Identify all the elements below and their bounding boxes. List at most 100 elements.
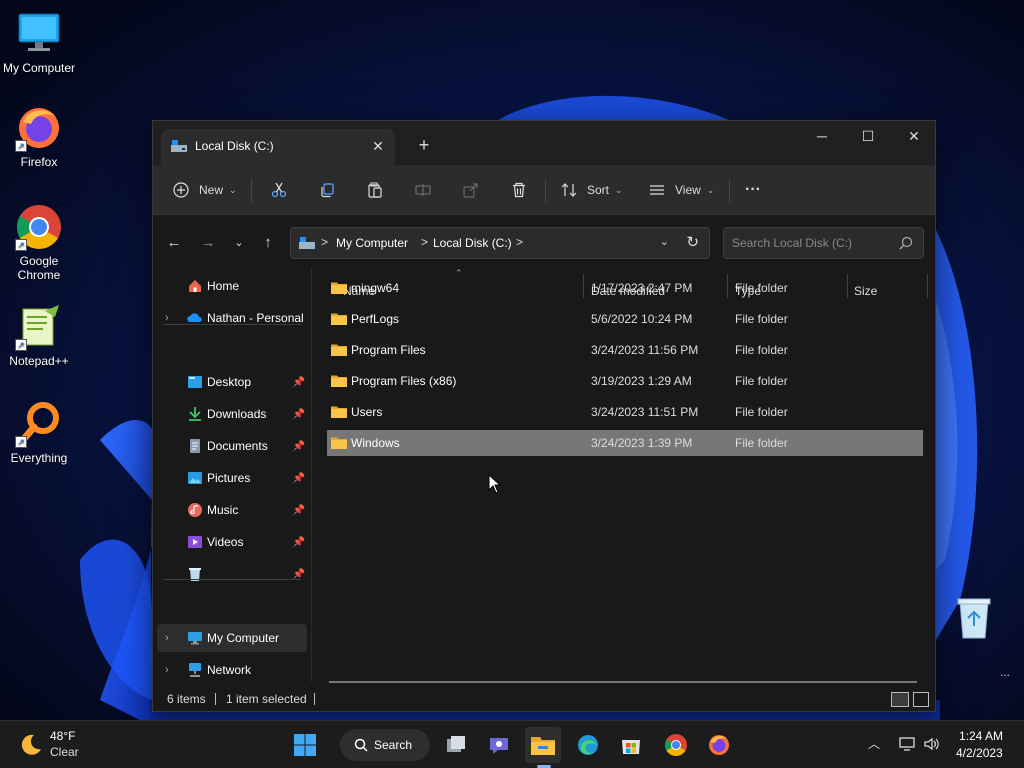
desktop-icon-my-computer[interactable]: My Computer (0, 10, 78, 75)
network-tray-icon[interactable] (898, 735, 916, 753)
recent-locations-button[interactable]: ⌄ (226, 230, 252, 256)
breadcrumb-my-computer[interactable]: My Computer (336, 236, 408, 250)
cut-button[interactable] (271, 175, 287, 205)
sidebar-item-pictures[interactable]: Pictures 📌 (157, 464, 307, 492)
breadcrumb-separator[interactable]: > (516, 235, 523, 249)
tab-local-disk[interactable]: Local Disk (C:) ✕ (161, 129, 395, 165)
horizontal-scrollbar[interactable] (329, 681, 917, 683)
weather-condition[interactable]: Clear (50, 745, 79, 759)
copy-button[interactable] (319, 175, 335, 205)
sidebar-item-desktop[interactable]: Desktop 📌 (157, 368, 307, 396)
maximize-button[interactable]: ☐ (845, 121, 891, 153)
chevron-right-icon[interactable]: › (165, 632, 169, 644)
up-button[interactable]: ↑ (255, 230, 281, 256)
breadcrumb-local-disk[interactable]: Local Disk (C:) (433, 236, 512, 250)
search-box[interactable] (723, 227, 924, 259)
large-icons-view-icon[interactable] (913, 692, 929, 707)
search-input[interactable] (724, 228, 894, 258)
desktop-icon-firefox[interactable]: ↗ Firefox (0, 104, 78, 169)
delete-button[interactable] (511, 175, 527, 205)
sidebar-item-videos[interactable]: Videos 📌 (157, 528, 307, 556)
rename-button[interactable] (415, 175, 431, 205)
table-row[interactable]: Users 3/24/2023 11:51 PM File folder (327, 399, 923, 425)
volume-icon[interactable] (923, 735, 941, 753)
pin-icon[interactable]: 📌 (293, 377, 305, 388)
clock-date[interactable]: 4/2/2023 (956, 746, 1003, 760)
forward-button[interactable]: → (195, 230, 221, 256)
pin-icon[interactable]: 📌 (293, 409, 305, 420)
moon-weather-icon[interactable] (18, 732, 44, 758)
file-type: File folder (735, 312, 788, 326)
details-view-icon[interactable] (891, 692, 909, 707)
firefox-taskbar-button[interactable] (701, 727, 737, 763)
sidebar-item-label: Nathan - Personal (207, 311, 304, 325)
pin-icon[interactable]: 📌 (293, 569, 305, 580)
new-button[interactable]: New ⌄ (173, 175, 237, 205)
divider (251, 179, 252, 203)
store-button[interactable] (613, 727, 649, 763)
pane-splitter[interactable] (311, 268, 312, 682)
task-view-button[interactable] (438, 727, 474, 763)
file-date: 3/24/2023 1:39 PM (591, 436, 693, 450)
chrome-taskbar-button[interactable] (658, 727, 694, 763)
sidebar-item-label: Videos (207, 535, 244, 549)
taskbar-search-button[interactable]: Search (340, 729, 430, 761)
title-bar[interactable]: Local Disk (C:) ✕ + ─ ☐ ✕ (153, 121, 935, 165)
table-row[interactable]: PerfLogs 5/6/2022 10:24 PM File folder (327, 306, 923, 332)
minimize-button[interactable]: ─ (799, 121, 845, 153)
weather-temperature[interactable]: 48°F (50, 729, 75, 743)
edge-button[interactable] (570, 727, 606, 763)
pin-icon[interactable]: 📌 (293, 441, 305, 452)
pin-icon[interactable]: 📌 (293, 537, 305, 548)
address-bar[interactable]: > My Computer > Local Disk (C:) > ⌄ ↻ (290, 227, 710, 259)
network-icon (189, 663, 201, 677)
chevron-right-icon[interactable]: › (165, 312, 169, 324)
file-explorer-taskbar-button[interactable] (525, 727, 561, 763)
share-button[interactable] (463, 175, 479, 205)
table-row[interactable]: Program Files 3/24/2023 11:56 PM File fold… (327, 337, 923, 363)
more-options-button[interactable]: ··· (745, 175, 761, 205)
close-button[interactable]: ✕ (891, 121, 937, 153)
view-button[interactable]: View ⌄ (649, 175, 714, 205)
sidebar-item-downloads[interactable]: Downloads 📌 (157, 400, 307, 428)
start-button[interactable] (287, 727, 323, 763)
tab-close-button[interactable]: ✕ (367, 135, 389, 157)
back-button[interactable]: ← (161, 230, 187, 256)
desktop-icon-everything[interactable]: ↗ Everything (0, 400, 78, 465)
show-hidden-icons-button[interactable]: ︿ (868, 735, 880, 752)
pin-icon[interactable]: 📌 (293, 505, 305, 516)
sort-button[interactable]: Sort ⌄ (561, 175, 623, 205)
table-row[interactable]: mingw64 1/17/2023 2:47 PM File folder (327, 275, 923, 301)
table-row[interactable]: Windows 3/24/2023 1:39 PM File folder (327, 430, 923, 456)
chevron-right-icon[interactable]: › (165, 664, 169, 676)
column-divider[interactable] (927, 274, 928, 298)
desktop-icon-notepadpp[interactable]: ↗ Notepad++ (0, 303, 78, 368)
navigation-pane: Home › Nathan - Personal Desktop 📌 Downl… (153, 268, 311, 682)
desktop-overflow-icon[interactable]: ... (1000, 665, 1010, 679)
teams-chat-button[interactable] (481, 727, 517, 763)
sidebar-item-recycle-bin[interactable]: 📌 (157, 560, 307, 588)
file-name: Windows (351, 436, 400, 450)
desktop-icon-chrome[interactable]: ↗ Google Chrome (0, 203, 78, 282)
breadcrumb-separator[interactable]: > (421, 235, 428, 249)
recycle-bin-icon[interactable] (954, 596, 994, 640)
divider (545, 179, 546, 203)
clock-time[interactable]: 1:24 AM (959, 729, 1003, 743)
paste-button[interactable] (367, 175, 383, 205)
sidebar-item-my-computer[interactable]: › My Computer (157, 624, 307, 652)
sidebar-divider (163, 324, 301, 325)
sidebar-item-onedrive[interactable]: › Nathan - Personal (157, 304, 307, 332)
pin-icon[interactable]: 📌 (293, 473, 305, 484)
sidebar-item-documents[interactable]: Documents 📌 (157, 432, 307, 460)
folder-icon (331, 344, 347, 356)
sidebar-item-home[interactable]: Home (157, 272, 307, 300)
file-date: 5/6/2022 10:24 PM (591, 312, 693, 326)
new-tab-button[interactable]: + (411, 133, 437, 157)
sidebar-item-network[interactable]: › Network (157, 656, 307, 684)
sidebar-item-music[interactable]: Music 📌 (157, 496, 307, 524)
breadcrumb-separator[interactable]: > (321, 235, 328, 249)
folder-icon (331, 437, 347, 449)
address-dropdown-icon[interactable]: ⌄ (660, 235, 669, 248)
table-row[interactable]: Program Files (x86) 3/19/2023 1:29 AM File… (327, 368, 923, 394)
refresh-icon[interactable]: ↻ (686, 233, 699, 251)
